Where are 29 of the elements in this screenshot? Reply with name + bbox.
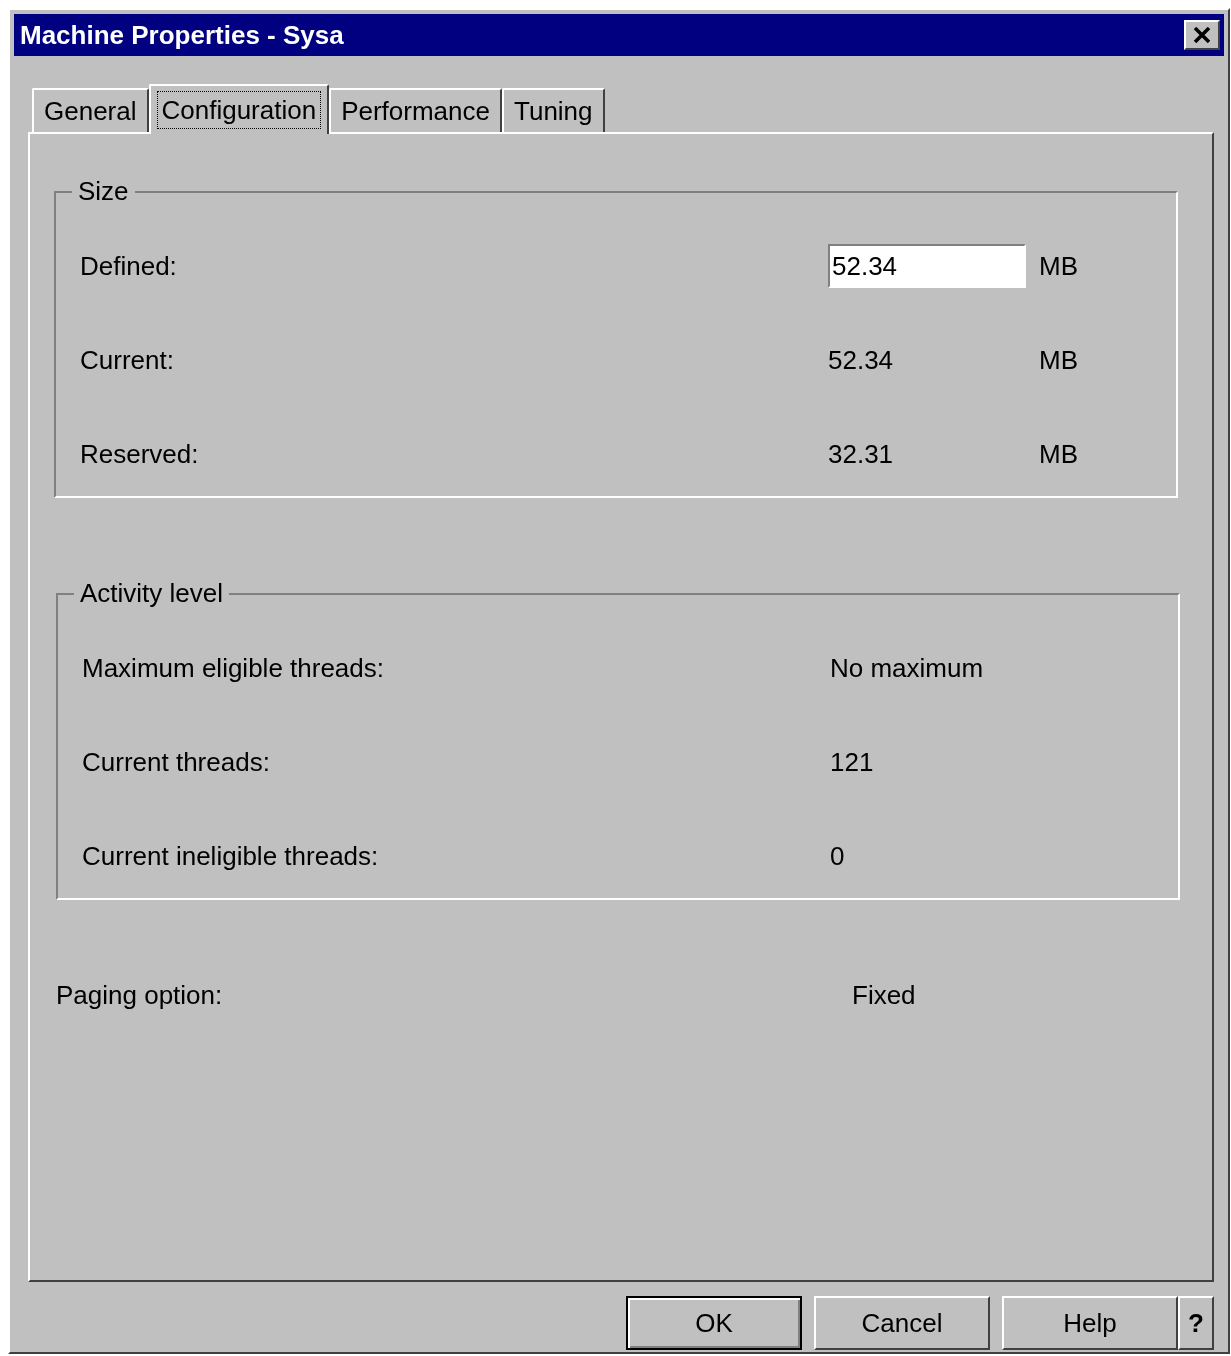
- paging-label: Paging option:: [55, 978, 224, 1012]
- field-label: Defined:: [79, 249, 178, 283]
- close-button[interactable]: [1184, 20, 1220, 50]
- field-label: Current:: [79, 343, 175, 377]
- unit-label: MB: [1039, 343, 1078, 377]
- field-label: Reserved:: [79, 437, 200, 471]
- group-title: Activity level: [79, 577, 225, 610]
- help-context-button[interactable]: ?: [1178, 1296, 1214, 1350]
- field-label: Current threads:: [81, 745, 271, 779]
- tab[interactable]: Tuning: [502, 88, 605, 132]
- tab[interactable]: Configuration: [148, 84, 330, 134]
- field-value: 121: [830, 745, 874, 779]
- field-value: No maximum: [830, 651, 984, 685]
- field-value: 32.31: [828, 437, 894, 471]
- tab[interactable]: Performance: [329, 88, 502, 132]
- dialog-button[interactable]: Help: [1002, 1296, 1178, 1350]
- field-value: 0: [830, 839, 845, 873]
- field-label: Maximum eligible threads:: [81, 651, 385, 685]
- field-value: 52.34: [828, 343, 894, 377]
- group-title: Size: [77, 175, 130, 208]
- dialog-button[interactable]: Cancel: [814, 1296, 990, 1350]
- unit-label: MB: [1039, 437, 1078, 471]
- dialog-button[interactable]: OK: [626, 1296, 802, 1350]
- close-icon: [1193, 27, 1211, 43]
- input-field[interactable]: 52.34: [828, 244, 1026, 288]
- field-label: Current ineligible threads:: [81, 839, 380, 873]
- unit-label: MB: [1039, 249, 1078, 283]
- window-title: Machine Properties - Sysa: [20, 18, 344, 52]
- paging-value: Fixed: [852, 978, 916, 1012]
